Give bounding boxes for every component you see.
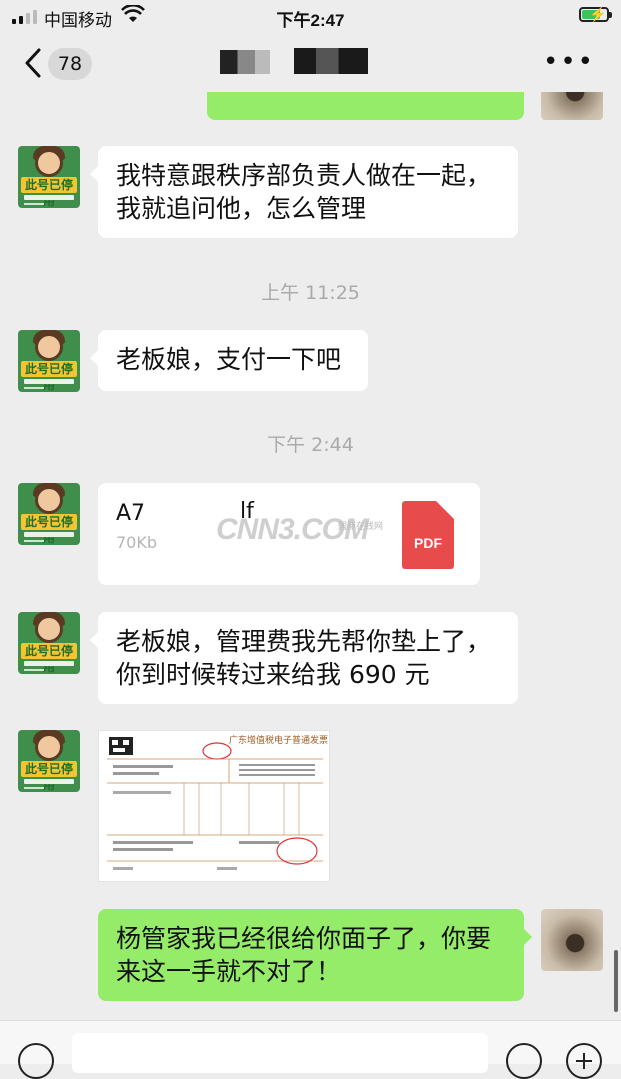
redacted-contact-name <box>220 50 270 74</box>
file-message-card[interactable]: A7 lf 70Kb CNN3.COM 国际在线网 PDF <box>98 483 480 585</box>
message-input[interactable] <box>72 1033 488 1073</box>
file-size: 70Kb <box>116 533 158 552</box>
chevron-left-icon[interactable] <box>22 48 44 78</box>
more-dots-icon[interactable]: ••• <box>543 49 595 75</box>
invoice-title: 广东增值税电子普通发票 <box>229 734 328 746</box>
battery-charging-icon: ⚡ <box>579 6 612 22</box>
avatar-label: 此号已停用 <box>21 643 77 674</box>
message-bubble-self-partial[interactable] <box>207 92 524 120</box>
status-bar: 中国移动 下午2:47 ⚡ <box>0 0 621 34</box>
redacted-contact-name-2 <box>294 48 368 74</box>
chat-messages[interactable]: 此号已停用 我特意跟秩序部负责人做在一起， 我就追问他，怎么管理 上午 11:2… <box>0 92 621 1020</box>
avatar-contact[interactable]: 此号已停用 <box>18 612 80 674</box>
avatar-label: 此号已停用 <box>21 514 77 545</box>
message-bubble[interactable]: 老板娘，管理费我先帮你垫上了， 你到时候转过来给我 690 元 <box>90 612 518 704</box>
message-bubble[interactable]: 老板娘，支付一下吧 <box>90 330 368 391</box>
chat-header: 78 ••• <box>0 34 621 92</box>
input-bar <box>0 1020 621 1079</box>
avatar-contact[interactable]: 此号已停用 <box>18 483 80 545</box>
avatar-label: 此号已停用 <box>21 177 77 208</box>
file-name: A7 <box>116 501 146 526</box>
message-bubble[interactable]: 我特意跟秩序部负责人做在一起， 我就追问他，怎么管理 <box>90 146 518 238</box>
message-timestamp: 下午 2:44 <box>267 434 354 456</box>
avatar-self[interactable] <box>541 92 603 120</box>
invoice-image[interactable]: 广东增值税电子普通发票 <box>98 730 330 882</box>
pdf-icon-label: PDF <box>414 535 442 551</box>
message-timestamp: 上午 11:25 <box>261 282 360 304</box>
avatar-self[interactable] <box>541 909 603 971</box>
avatar-label: 此号已停用 <box>21 361 77 392</box>
invoice-drawing: 广东增值税电子普通发票 <box>107 734 328 870</box>
avatar-contact[interactable]: 此号已停用 <box>18 730 80 792</box>
watermark-subtext: 国际在线网 <box>338 522 384 532</box>
avatar-label: 此号已停用 <box>21 761 77 792</box>
avatar-contact[interactable]: 此号已停用 <box>18 146 80 208</box>
plus-icon[interactable] <box>566 1043 602 1079</box>
status-time: 下午2:47 <box>276 11 345 30</box>
voice-input-icon[interactable] <box>18 1043 54 1079</box>
avatar-contact[interactable]: 此号已停用 <box>18 330 80 392</box>
emoji-icon[interactable] <box>506 1043 542 1079</box>
scrollbar[interactable] <box>614 950 618 1012</box>
pdf-file-icon: PDF <box>402 501 454 569</box>
unread-count-badge[interactable]: 78 <box>48 48 92 80</box>
message-bubble-self[interactable]: 杨管家我已经很给你面子了，你要 来这一手就不对了！ <box>98 909 532 1001</box>
